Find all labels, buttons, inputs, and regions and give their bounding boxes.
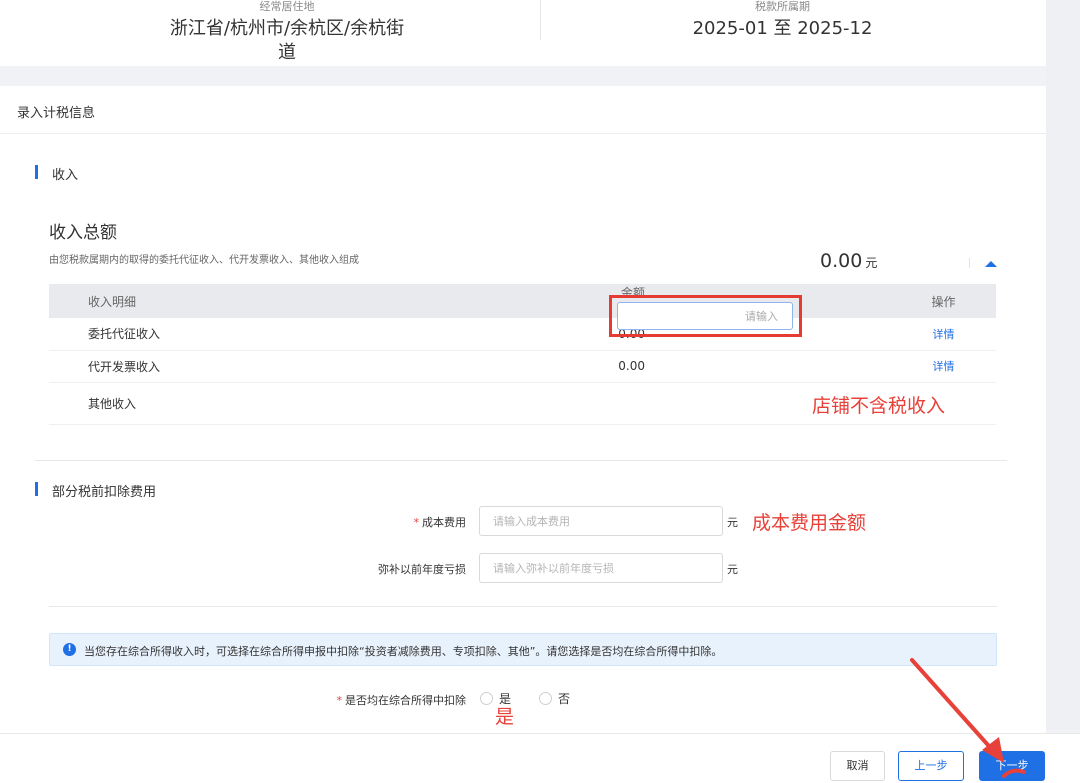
row-name: 代开发票收入 <box>49 350 609 383</box>
income-total-title: 收入总额 <box>49 223 117 243</box>
notice-bar: ! 当您存在综合所得收入时，可选择在综合所得申报中扣除“投资者减除费用、专项扣除… <box>49 633 997 666</box>
card-title: 录入计税信息 <box>17 106 96 121</box>
detail-link[interactable]: 详情 <box>933 360 955 373</box>
prev-step-button[interactable]: 上一步 <box>898 751 964 781</box>
income-section-title: 收入 <box>35 164 78 183</box>
deduction-section-title: 部分税前扣除费用 <box>35 481 156 500</box>
cost-label: * 成本费用 <box>413 516 467 529</box>
summary-divider <box>540 0 541 40</box>
residence-label: 经常居住地 <box>259 0 315 13</box>
highlight-box <box>609 295 802 337</box>
income-total-amount: 0.00 元 <box>820 250 877 272</box>
col-header-action: 操作 <box>849 284 996 318</box>
summary-card: 经常居住地 浙江省/杭州市/余杭区/余杭街道 税款所属期 2025-01 至 2… <box>0 0 1046 66</box>
row-amount: 0.00 <box>609 350 849 383</box>
table-row: 代开发票收入 0.00 详情 <box>49 350 996 383</box>
card-header: 录入计税信息 <box>0 86 1046 134</box>
table-row: 委托代征收入 0.00 详情 <box>49 318 996 351</box>
radio-circle-icon <box>539 692 552 705</box>
period-value: 2025-01 至 2025-12 <box>692 18 873 39</box>
notice-text: 当您存在综合所得收入时，可选择在综合所得申报中扣除“投资者减除费用、专项扣除、其… <box>84 645 723 658</box>
income-table-header: 收入明细 金额（元） 操作 <box>49 284 996 318</box>
row-name: 其他收入 <box>49 382 609 425</box>
period-label: 税款所属期 <box>755 0 810 13</box>
col-header-detail: 收入明细 <box>49 284 609 318</box>
annotation-shop-income: 店铺不含税收入 <box>812 395 946 417</box>
income-total-unit: 元 <box>865 256 878 270</box>
detail-link[interactable]: 详情 <box>933 328 955 341</box>
annotation-yes: 是 <box>495 706 515 728</box>
collapse-separator <box>969 258 970 268</box>
cost-input[interactable] <box>479 506 723 536</box>
row-name: 委托代征收入 <box>49 318 609 351</box>
loss-label: 弥补以前年度亏损 <box>378 563 466 576</box>
cancel-button[interactable]: 取消 <box>830 751 885 781</box>
radio-no[interactable]: 否 <box>539 690 570 707</box>
required-mark: * <box>336 694 343 707</box>
next-step-button[interactable]: 下一步 <box>979 751 1045 781</box>
income-total-value: 0.00 <box>820 250 863 272</box>
period-block: 税款所属期 2025-01 至 2025-12 <box>690 0 875 41</box>
income-total-desc: 由您税款属期内的取得的委托代征收入、代开发票收入、其他收入组成 <box>49 255 359 266</box>
scrollbar-track[interactable] <box>1046 0 1080 730</box>
radio-circle-icon <box>480 692 493 705</box>
loss-unit: 元 <box>727 563 738 576</box>
section-divider <box>35 460 1007 461</box>
required-mark: * <box>413 516 420 529</box>
deduct-question-label: * 是否均在综合所得中扣除 <box>336 694 467 707</box>
residence-value: 浙江省/杭州市/余杭区/余杭街道 <box>169 18 405 63</box>
residence-block: 经常居住地 浙江省/杭州市/余杭区/余杭街道 <box>162 0 412 65</box>
loss-input[interactable] <box>479 553 723 583</box>
annotation-cost-amount: 成本费用金额 <box>752 512 867 534</box>
collapse-up-icon[interactable] <box>985 261 997 267</box>
cost-unit: 元 <box>727 516 738 529</box>
info-icon: ! <box>63 643 76 656</box>
section-divider <box>49 606 997 607</box>
